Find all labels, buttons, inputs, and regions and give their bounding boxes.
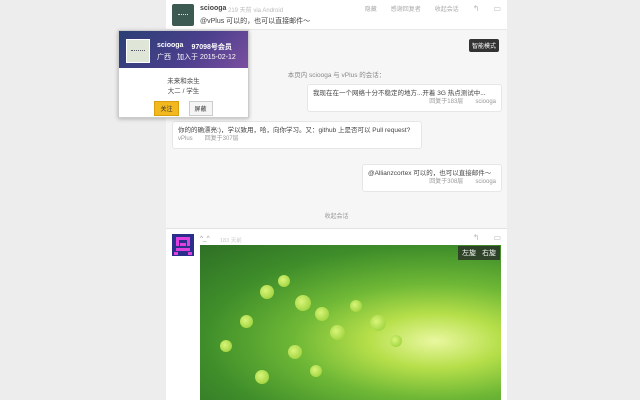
avatar[interactable] (126, 39, 150, 63)
collapse-conversation-button[interactable]: 收起会话 (166, 211, 507, 220)
collapse-conversation-link[interactable]: 收起会话 (435, 4, 459, 13)
reply-actions: ↰ ▭ (473, 233, 501, 242)
profile-card-header: sciooga 97098号会员 广西 加入于 2015-02-12 (119, 31, 248, 68)
avatar[interactable] (172, 234, 194, 256)
message-author[interactable]: sciooga (475, 178, 496, 187)
member-number: 97098号会员 (191, 44, 232, 51)
reply-meta: 219 天前 via Android (228, 8, 284, 14)
reply-author[interactable]: ^_^ (200, 235, 210, 242)
join-date: 加入于 2015-02-12 (177, 54, 236, 61)
reply-author[interactable]: sciooga (200, 5, 226, 12)
message-text: 你的的确漂亮:)，学以致用，哈，向你学习。又：github 上是否可以 Pull… (178, 127, 411, 134)
conversation-message: 我现在在一个网络十分不稳定的地方...开着 3G 热点测试中... 回复于183… (307, 84, 502, 112)
rotate-right-button[interactable]: 右旋 (482, 248, 496, 258)
thank-link[interactable]: 感谢回复者 (391, 4, 421, 13)
hide-link[interactable]: 隐藏 (365, 4, 377, 13)
profile-card: sciooga 97098号会员 广西 加入于 2015-02-12 未来和余生… (118, 30, 249, 118)
message-author[interactable]: sciooga (475, 98, 496, 107)
more-icon[interactable]: ▭ (493, 4, 501, 13)
message-floor: 回复于308层 (429, 179, 464, 185)
conversation-message: 你的的确漂亮:)，学以致用，哈，向你学习。又：github 上是否可以 Pull… (172, 121, 422, 149)
block-button[interactable]: 屏蔽 (188, 101, 213, 116)
message-floor: 回复于183层 (429, 99, 464, 105)
post-image[interactable]: 左旋 右旋 (200, 245, 501, 400)
conversation-message: @Allianzcortex 可以的，也可以直接邮件～ 回复于308层 scio… (362, 164, 502, 192)
message-text: @Allianzcortex 可以的，也可以直接邮件～ (368, 170, 492, 177)
reply-icon[interactable]: ↰ (473, 4, 480, 13)
reply-icon[interactable]: ↰ (473, 233, 480, 242)
message-author[interactable]: vPlus (178, 135, 193, 144)
reply-actions: 隐藏 感谢回复者 收起会话 ↰ ▭ (365, 4, 501, 13)
smart-mode-button[interactable]: 智能模式 (468, 39, 499, 52)
profile-username[interactable]: sciooga (157, 42, 183, 52)
reply-body: @vPlus 可以的，也可以直接邮件～ (200, 18, 311, 25)
rotate-controls: 左旋 右旋 (458, 246, 500, 260)
rotate-left-button[interactable]: 左旋 (462, 248, 476, 258)
message-floor: 回复于307层 (204, 136, 239, 142)
message-text: 我现在在一个网络十分不稳定的地方...开着 3G 热点测试中... (313, 90, 486, 97)
avatar[interactable] (172, 4, 194, 26)
profile-bio: 未来和余生 大二 / 学生 (167, 78, 200, 95)
follow-button[interactable]: 关注 (154, 101, 179, 116)
reply-meta: 183 天前 (220, 238, 242, 244)
reply-item: ^_^ 183 天前 ↰ ▭ 左旋 右旋 (166, 228, 507, 400)
profile-location: 广西 (157, 54, 171, 61)
more-icon[interactable]: ▭ (493, 233, 501, 242)
reply-item: sciooga 219 天前 via Android @vPlus 可以的，也可… (166, 0, 507, 30)
